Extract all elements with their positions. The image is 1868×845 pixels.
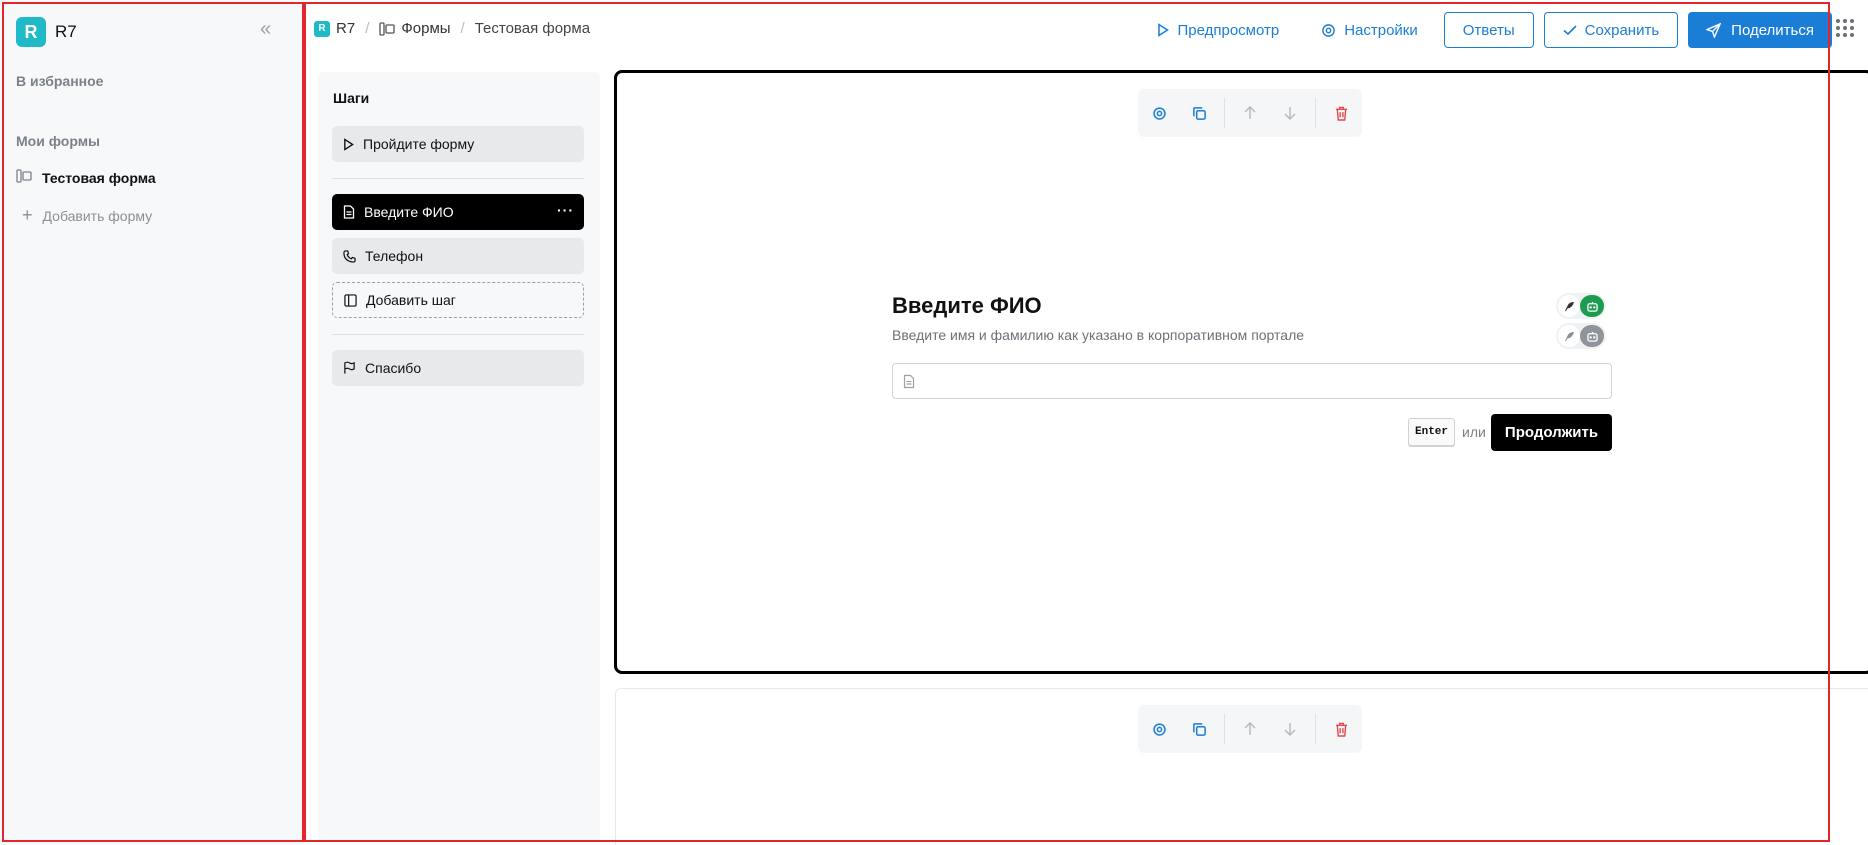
description-ai-toggle[interactable] xyxy=(1556,323,1606,349)
apps-grid-icon[interactable] xyxy=(1836,19,1854,37)
step-end-label: Спасибо xyxy=(365,360,422,376)
step-item-label: Введите ФИО xyxy=(364,204,454,220)
duplicate-button[interactable] xyxy=(1181,711,1217,747)
arrow-down-icon xyxy=(1284,723,1296,736)
copy-icon xyxy=(1192,722,1206,736)
breadcrumb-root[interactable]: R R7 xyxy=(314,20,355,37)
forms-icon xyxy=(379,21,396,36)
block-settings-button[interactable] xyxy=(1141,711,1177,747)
step-end[interactable]: Спасибо xyxy=(332,350,584,386)
arrow-down-icon xyxy=(1284,107,1296,120)
move-down-button[interactable] xyxy=(1272,711,1308,747)
favorites-link[interactable]: В избранное xyxy=(16,73,103,89)
sidebar: R R7 « В избранное Мои формы Тестовая фо… xyxy=(0,0,304,845)
brand-logo: R xyxy=(16,17,46,47)
add-form-button[interactable]: + Добавить форму xyxy=(22,205,152,226)
bot-icon xyxy=(1580,325,1604,347)
step-start[interactable]: Пройдите форму xyxy=(332,126,584,162)
my-forms-heading: Мои формы xyxy=(16,133,101,149)
add-step-label: Добавить шаг xyxy=(366,292,456,308)
continue-button[interactable]: Продолжить xyxy=(1491,414,1612,451)
flag-icon xyxy=(344,361,355,374)
check-icon xyxy=(1563,25,1577,36)
step-item-fio[interactable]: Введите ФИО ··· xyxy=(332,194,584,230)
plus-icon: + xyxy=(22,205,33,225)
feather-icon xyxy=(1558,295,1580,317)
enter-key-hint: Enter xyxy=(1408,418,1456,446)
arrow-up-icon xyxy=(1244,106,1256,119)
share-button[interactable]: Поделиться xyxy=(1688,12,1832,48)
move-up-button[interactable] xyxy=(1232,95,1268,131)
add-step-button[interactable]: Добавить шаг xyxy=(332,282,584,318)
preview-button[interactable]: Предпросмотр xyxy=(1141,12,1295,48)
document-icon xyxy=(343,205,355,219)
block-settings-button[interactable] xyxy=(1141,95,1177,131)
save-button[interactable]: Сохранить xyxy=(1543,12,1679,48)
app-root: R R7 « В избранное Мои формы Тестовая фо… xyxy=(0,0,1868,845)
phone-icon xyxy=(343,249,356,263)
title-ai-toggle[interactable] xyxy=(1556,293,1606,319)
or-text: или xyxy=(1462,424,1486,440)
play-icon xyxy=(1158,23,1170,37)
trash-icon xyxy=(1335,106,1347,121)
copy-icon xyxy=(1192,106,1206,120)
answers-button[interactable]: Ответы xyxy=(1443,12,1534,48)
breadcrumb-current: Тестовая форма xyxy=(474,20,591,37)
gear-icon xyxy=(1322,23,1336,37)
collapse-sidebar-icon[interactable]: « xyxy=(260,18,271,41)
question-description[interactable]: Введите имя и фамилию как указано в корп… xyxy=(892,327,1304,343)
toolbar-divider xyxy=(1224,98,1225,128)
delete-button[interactable] xyxy=(1323,711,1359,747)
gear-icon xyxy=(1152,722,1166,736)
gear-icon xyxy=(1152,106,1166,120)
answer-field[interactable] xyxy=(892,363,1612,399)
share-label: Поделиться xyxy=(1731,21,1814,39)
arrow-up-icon xyxy=(1244,722,1256,735)
toolbar-divider xyxy=(1315,714,1316,744)
feather-icon xyxy=(1558,325,1580,347)
brand-mini-logo: R xyxy=(314,20,330,37)
move-up-button[interactable] xyxy=(1232,711,1268,747)
preview-label: Предпросмотр xyxy=(1177,21,1280,39)
document-icon xyxy=(903,374,915,388)
top-actions: Предпросмотр Настройки Ответы Сохранить … xyxy=(1141,12,1832,48)
send-icon xyxy=(1706,22,1722,38)
save-label: Сохранить xyxy=(1584,21,1660,39)
breadcrumb-separator: / xyxy=(460,20,465,37)
bot-icon xyxy=(1580,295,1604,317)
play-icon xyxy=(344,137,354,151)
block-toolbar xyxy=(1138,89,1362,137)
more-options-icon[interactable]: ··· xyxy=(557,202,574,218)
step-start-label: Пройдите форму xyxy=(363,136,475,152)
breadcrumb-separator: / xyxy=(365,20,370,37)
breadcrumb-root-label: R7 xyxy=(336,20,356,37)
delete-button[interactable] xyxy=(1323,95,1359,131)
breadcrumb: R R7 / Формы / Тестовая форма xyxy=(314,20,590,37)
brand-name: R7 xyxy=(55,22,77,41)
steps-panel: Шаги Пройдите форму Введите ФИО ··· Теле… xyxy=(318,72,600,842)
breadcrumb-forms[interactable]: Формы xyxy=(379,20,451,37)
sidebar-item-label: Тестовая форма xyxy=(42,169,156,186)
toolbar-divider xyxy=(1315,98,1316,128)
step-item-phone[interactable]: Телефон xyxy=(332,238,584,274)
settings-label: Настройки xyxy=(1344,21,1418,39)
toolbar-divider xyxy=(1224,714,1225,744)
brand[interactable]: R R7 xyxy=(16,17,77,47)
layout-icon xyxy=(344,293,357,307)
answer-input[interactable] xyxy=(923,364,1611,398)
trash-icon xyxy=(1335,722,1347,737)
add-form-label: Добавить форму xyxy=(42,207,153,224)
breadcrumb-forms-label: Формы xyxy=(401,20,451,37)
block-toolbar xyxy=(1138,705,1362,753)
question-title[interactable]: Введите ФИО xyxy=(892,293,1042,319)
settings-button[interactable]: Настройки xyxy=(1305,12,1434,48)
sidebar-item-test-form[interactable]: Тестовая форма xyxy=(16,169,156,186)
steps-title: Шаги xyxy=(333,90,370,106)
form-icon xyxy=(16,169,32,186)
step-item-label: Телефон xyxy=(365,248,424,264)
steps-divider xyxy=(332,178,584,179)
steps-divider xyxy=(332,334,584,335)
move-down-button[interactable] xyxy=(1272,95,1308,131)
duplicate-button[interactable] xyxy=(1181,95,1217,131)
